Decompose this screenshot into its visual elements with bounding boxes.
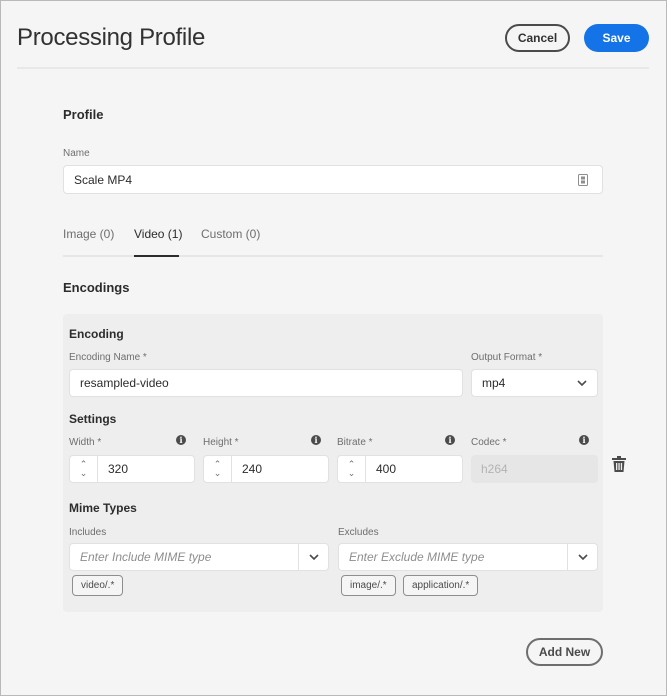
encoding-name-input[interactable]: resampled-video <box>69 369 463 397</box>
header-divider <box>17 67 649 69</box>
encodings-section-title: Encodings <box>63 280 130 295</box>
save-button[interactable]: Save <box>584 24 649 52</box>
settings-title: Settings <box>69 412 117 426</box>
bitrate-value[interactable]: 400 <box>366 456 462 482</box>
exclude-tag-image[interactable]: image/.* <box>341 575 396 596</box>
bitrate-label: Bitrate * <box>337 437 373 448</box>
codec-label: Codec * <box>471 437 507 448</box>
active-tab-indicator <box>134 255 179 257</box>
output-format-label: Output Format * <box>471 352 543 363</box>
output-format-value: mp4 <box>482 376 506 390</box>
bitrate-stepper[interactable]: ⌃ ⌄ 400 <box>337 455 463 483</box>
width-info-icon[interactable]: i <box>176 435 186 445</box>
height-value[interactable]: 240 <box>232 456 328 482</box>
height-stepper-arrows[interactable]: ⌃ ⌄ <box>204 456 232 482</box>
tab-video[interactable]: Video (1) <box>134 227 182 241</box>
height-label: Height * <box>203 437 239 448</box>
mime-types-title: Mime Types <box>69 501 137 515</box>
includes-label: Includes <box>69 527 107 538</box>
encoding-name-value: resampled-video <box>80 376 169 390</box>
codec-info-icon[interactable]: i <box>579 435 589 445</box>
includes-dropdown-button[interactable] <box>298 544 328 570</box>
include-tag-video[interactable]: video/.* <box>72 575 124 596</box>
height-info-icon[interactable]: i <box>311 435 321 445</box>
excludes-label: Excludes <box>338 527 379 538</box>
width-label: Width * <box>69 437 102 448</box>
width-stepper-arrows[interactable]: ⌃ ⌄ <box>70 456 98 482</box>
page-title: Processing Profile <box>17 24 206 51</box>
height-stepper[interactable]: ⌃ ⌄ 240 <box>203 455 329 483</box>
name-input[interactable]: Scale MP4 <box>63 165 603 194</box>
form-badge-icon <box>578 174 588 186</box>
width-value[interactable]: 320 <box>98 456 194 482</box>
profile-section-title: Profile <box>63 107 104 122</box>
processing-profile-window: Processing Profile Cancel Save Profile N… <box>0 0 667 696</box>
excludes-input[interactable]: Enter Exclude MIME type <box>339 544 567 570</box>
includes-input[interactable]: Enter Include MIME type <box>70 544 298 570</box>
exclude-tag-application[interactable]: application/.* <box>403 575 479 596</box>
cancel-button[interactable]: Cancel <box>505 24 570 52</box>
tab-custom[interactable]: Custom (0) <box>201 227 260 241</box>
chevron-down-icon <box>577 380 587 386</box>
chevron-down-icon <box>577 554 588 560</box>
bitrate-info-icon[interactable]: i <box>445 435 455 445</box>
output-format-select[interactable]: mp4 <box>471 369 598 397</box>
width-stepper[interactable]: ⌃ ⌄ 320 <box>69 455 195 483</box>
excludes-dropdown-button[interactable] <box>567 544 597 570</box>
tab-image[interactable]: Image (0) <box>63 227 114 241</box>
encoding-title: Encoding <box>69 327 124 341</box>
bitrate-stepper-arrows[interactable]: ⌃ ⌄ <box>338 456 366 482</box>
header: Processing Profile Cancel Save <box>1 1 666 69</box>
name-value: Scale MP4 <box>74 172 133 187</box>
add-new-button[interactable]: Add New <box>526 638 603 666</box>
name-label: Name <box>63 148 90 159</box>
encoding-name-label: Encoding Name * <box>69 352 147 363</box>
excludes-combobox[interactable]: Enter Exclude MIME type <box>338 543 598 571</box>
includes-combobox[interactable]: Enter Include MIME type <box>69 543 329 571</box>
codec-field-disabled: h264 <box>471 455 598 483</box>
trash-icon[interactable] <box>612 456 626 472</box>
profile-tabs: Image (0) Video (1) Custom (0) <box>63 225 603 257</box>
chevron-down-icon <box>308 554 319 560</box>
